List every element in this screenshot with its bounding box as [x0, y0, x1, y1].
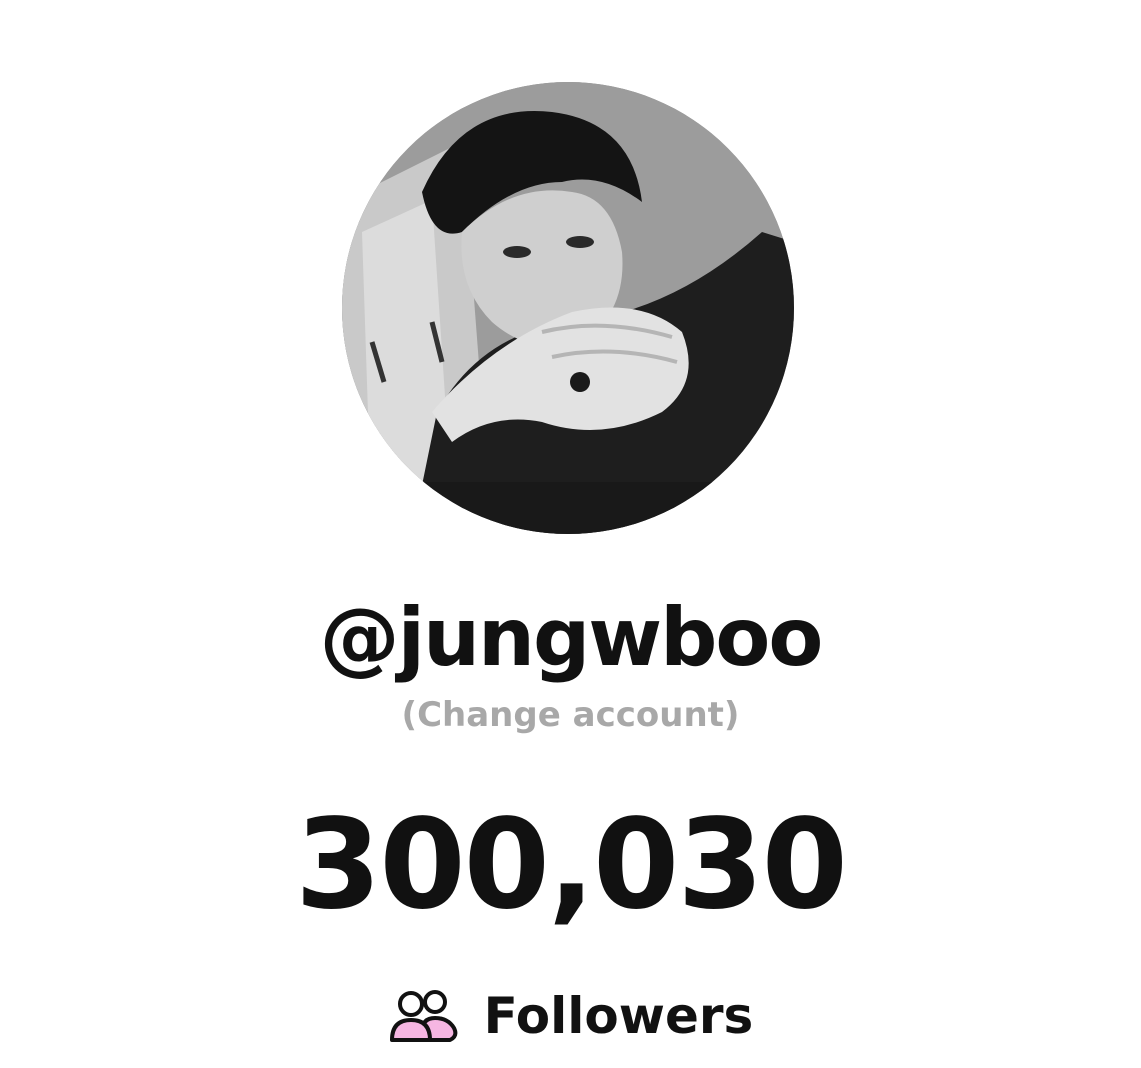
follower-count: 300,030: [295, 793, 848, 937]
profile-avatar: [342, 82, 794, 534]
followers-row: Followers: [0, 984, 1141, 1048]
users-icon: [388, 988, 460, 1044]
followers-label: Followers: [483, 987, 754, 1045]
change-account-link[interactable]: (Change account): [0, 692, 1141, 738]
username: @jungwboo: [319, 591, 824, 684]
